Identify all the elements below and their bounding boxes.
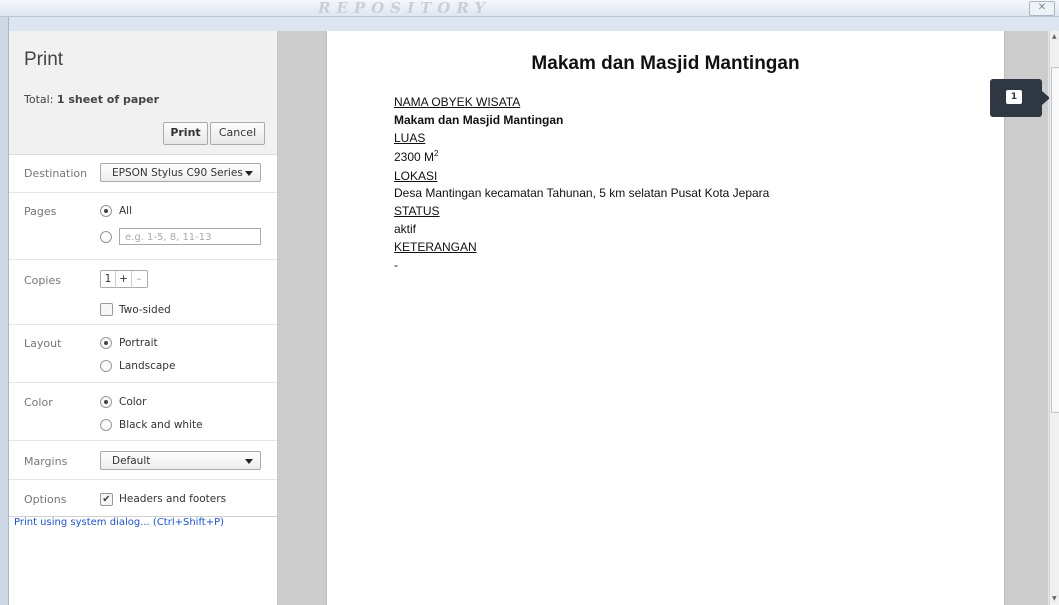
color-section: Color Color Black and white	[9, 383, 277, 441]
document-line: NAMA OBYEK WISATA	[394, 95, 520, 109]
document-title: Makam dan Masjid Mantingan	[531, 53, 800, 74]
window-left-edge	[0, 17, 9, 605]
document-line-text: STATUS	[394, 204, 440, 218]
sheet-summary: Total: 1 sheet of paper	[24, 93, 159, 106]
document-line-text: 2300 M	[394, 150, 435, 164]
document-line-text: KETERANGAN	[394, 240, 477, 254]
print-header: Print Total: 1 sheet of paper Print Canc…	[9, 31, 277, 155]
margins-section: Margins Default	[9, 441, 277, 480]
color-option-label: Color	[119, 396, 147, 408]
margins-select[interactable]: Default	[100, 451, 261, 470]
page-number-badge: 1	[990, 79, 1050, 117]
two-sided-checkbox[interactable]	[100, 303, 113, 316]
summary-value: 1 sheet of paper	[56, 93, 160, 106]
pages-range-input[interactable]: e.g. 1-5, 8, 11-13	[119, 228, 261, 245]
copies-plus-button[interactable]: +	[116, 271, 132, 288]
page-number: 1	[1006, 90, 1022, 104]
cancel-button[interactable]: Cancel	[210, 122, 265, 145]
document-line-text: NAMA OBYEK WISATA	[394, 95, 521, 109]
margins-value: Default	[112, 455, 151, 467]
destination-select[interactable]: EPSON Stylus C90 Series	[100, 163, 261, 182]
margins-label: Margins	[24, 455, 68, 468]
window-titlebar: REPOSITORY ✕	[0, 0, 1059, 17]
copies-label: Copies	[24, 274, 61, 287]
print-settings-sidebar: Print Total: 1 sheet of paper Print Canc…	[9, 31, 278, 605]
options-section: Options ✔ Headers and footers	[9, 480, 277, 517]
headers-footers-checkbox[interactable]: ✔	[100, 493, 113, 506]
copies-minus-button[interactable]: –	[132, 271, 146, 288]
close-icon[interactable]: ✕	[1029, 1, 1055, 16]
document-line: KETERANGAN	[394, 240, 477, 254]
document-line-superscript: 2	[434, 149, 439, 158]
pages-section: Pages All e.g. 1-5, 8, 11-13	[9, 193, 277, 260]
dropdown-arrow-icon	[245, 171, 253, 176]
portrait-radio[interactable]	[100, 337, 112, 349]
color-radio[interactable]	[100, 396, 112, 408]
document-line: LOKASI	[394, 169, 437, 183]
destination-value: EPSON Stylus C90 Series	[112, 167, 243, 179]
layout-label: Layout	[24, 337, 62, 350]
document-line: aktif	[394, 222, 416, 236]
copies-stepper[interactable]: 1 + –	[100, 270, 148, 288]
repository-watermark: REPOSITORY	[318, 0, 492, 16]
landscape-label: Landscape	[119, 360, 176, 372]
pages-all-label: All	[119, 205, 133, 217]
summary-prefix: Total:	[24, 93, 57, 106]
headers-footers-label: Headers and footers	[119, 493, 227, 505]
color-label: Color	[24, 396, 53, 409]
scroll-up-icon[interactable]: ▲	[1052, 33, 1057, 40]
document-line-text: Desa Mantingan kecamatan Tahunan, 5 km s…	[394, 186, 770, 200]
document-line-text: -	[394, 258, 398, 272]
document-line: LUAS	[394, 131, 425, 145]
black-white-radio[interactable]	[100, 419, 112, 431]
two-sided-label: Two-sided	[119, 304, 171, 316]
pages-label: Pages	[24, 205, 57, 218]
copies-value[interactable]: 1	[101, 271, 116, 288]
dropdown-arrow-icon	[245, 459, 253, 464]
black-white-label: Black and white	[119, 419, 203, 431]
document-line-text: LUAS	[394, 131, 426, 145]
print-button[interactable]: Print	[163, 122, 208, 145]
page-title: Print	[24, 49, 64, 70]
checkmark-icon: ✔	[102, 494, 111, 505]
options-label: Options	[24, 493, 67, 506]
portrait-label: Portrait	[119, 337, 158, 349]
landscape-radio[interactable]	[100, 360, 112, 372]
pages-all-radio[interactable]	[100, 205, 112, 217]
document-line-text: LOKASI	[394, 169, 438, 183]
document-line: 2300 M2	[394, 149, 438, 164]
destination-section: Destination EPSON Stylus C90 Series	[9, 155, 277, 193]
document-line: STATUS	[394, 204, 440, 218]
scroll-down-icon[interactable]: ▼	[1052, 595, 1057, 602]
preview-scrollbar[interactable]: ▲ ▼	[1049, 31, 1059, 605]
system-dialog-link[interactable]: Print using system dialog... (Ctrl+Shift…	[14, 517, 224, 528]
document-line-text: aktif	[394, 222, 417, 236]
document-line: -	[394, 258, 398, 272]
layout-section: Layout Portrait Landscape	[9, 325, 277, 383]
pages-range-radio[interactable]	[100, 231, 112, 243]
document-line: Desa Mantingan kecamatan Tahunan, 5 km s…	[394, 186, 769, 200]
document-line-text: Makam dan Masjid Mantingan	[394, 113, 564, 127]
destination-label: Destination	[24, 167, 88, 180]
scrollbar-thumb[interactable]	[1051, 67, 1059, 413]
copies-section: Copies 1 + – Two-sided	[9, 260, 277, 325]
preview-page: Makam dan Masjid Mantingan NAMA OBYEK WI…	[326, 31, 1005, 605]
document-line: Makam dan Masjid Mantingan	[394, 113, 563, 127]
